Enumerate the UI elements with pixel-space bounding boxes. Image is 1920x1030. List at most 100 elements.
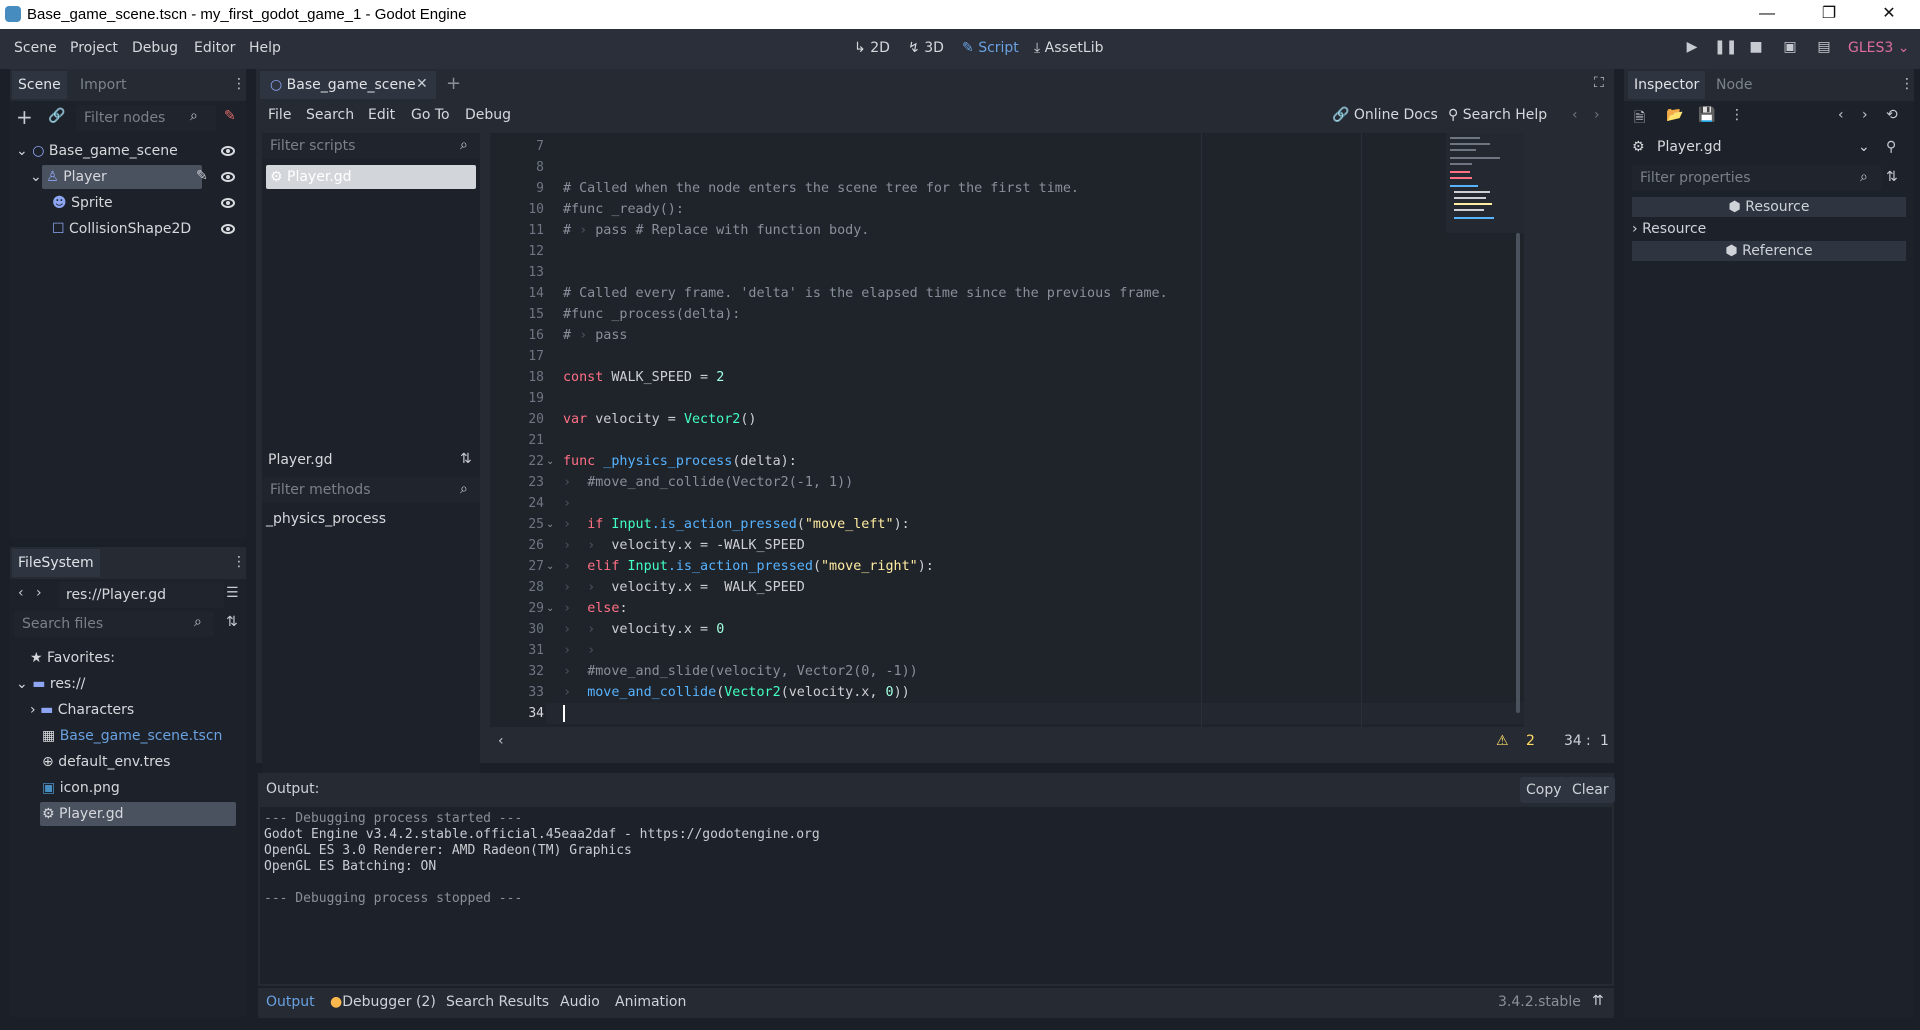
res-root-item[interactable]: ⌄ ▬ res:// bbox=[16, 672, 85, 696]
menu-scene[interactable]: Scene bbox=[14, 40, 57, 56]
attach-script-icon[interactable]: ✎ bbox=[224, 108, 236, 124]
copy-button[interactable]: Copy bbox=[1520, 777, 1568, 803]
play-scene-icon[interactable]: ▣ bbox=[1780, 39, 1800, 55]
new-resource-icon[interactable]: 🗎 bbox=[1634, 107, 1645, 131]
tab-node[interactable]: Node bbox=[1710, 71, 1759, 99]
tab-base-game-scene[interactable]: ○ Base_game_scene bbox=[260, 71, 436, 99]
link-icon[interactable]: 🔗 bbox=[48, 108, 65, 124]
menu-debug[interactable]: Debug bbox=[132, 40, 178, 56]
script-menu-debug[interactable]: Debug bbox=[465, 107, 511, 123]
restore-button[interactable]: ❐ bbox=[1806, 0, 1852, 29]
fold-arrow-icon[interactable]: ⌄ bbox=[546, 451, 554, 472]
tree-item-sprite[interactable]: ☻ Sprite bbox=[52, 191, 113, 215]
filter-properties-input[interactable]: Filter properties bbox=[1632, 165, 1882, 191]
menu-project[interactable]: Project bbox=[70, 40, 118, 56]
tab-search-results[interactable]: Search Results bbox=[446, 994, 549, 1010]
filter-methods-input[interactable]: Filter methods bbox=[262, 477, 480, 503]
save-icon[interactable]: 💾 bbox=[1698, 107, 1715, 123]
history-back-icon[interactable]: ‹ bbox=[1572, 107, 1578, 123]
vertical-scrollbar[interactable] bbox=[1516, 233, 1520, 713]
object-properties-icon[interactable]: ⚲ bbox=[1886, 139, 1896, 155]
search-files-input[interactable]: Search files bbox=[14, 611, 214, 637]
sort-icon[interactable]: ⇅ bbox=[226, 614, 238, 630]
tab-filesystem[interactable]: FileSystem bbox=[12, 549, 100, 577]
sort-icon[interactable]: ⇅ bbox=[460, 451, 472, 467]
warning-icon[interactable]: ⚠ bbox=[1496, 733, 1509, 749]
back-arrow-icon[interactable]: ‹ bbox=[18, 585, 24, 601]
add-node-icon[interactable]: + bbox=[16, 105, 33, 129]
history-forward-icon[interactable]: › bbox=[1862, 107, 1868, 123]
stop-icon[interactable]: ■ bbox=[1746, 39, 1766, 55]
workspace-script-button[interactable]: ✎ Script bbox=[962, 40, 1019, 56]
visibility-eye-icon[interactable] bbox=[221, 224, 235, 234]
tab-import[interactable]: Import bbox=[74, 71, 132, 99]
online-docs-button[interactable]: 🔗 Online Docs bbox=[1332, 107, 1438, 123]
script-menu-search[interactable]: Search bbox=[306, 107, 354, 123]
tree-item-collisionshape2d[interactable]: ☐ CollisionShape2D bbox=[52, 217, 191, 241]
output-log-area[interactable]: --- Debugging process started --- Godot … bbox=[260, 807, 1612, 984]
file-default-env[interactable]: ⊕ default_env.tres bbox=[42, 750, 170, 774]
filter-scripts-input[interactable]: Filter scripts bbox=[262, 133, 480, 159]
visibility-eye-icon[interactable] bbox=[221, 198, 235, 208]
file-player-gd[interactable]: ⚙ Player.gd bbox=[42, 802, 124, 826]
list-view-icon[interactable]: ☰ bbox=[226, 585, 239, 601]
folder-characters[interactable]: › ▬ Characters bbox=[30, 698, 134, 722]
favorites-item[interactable]: ★ Favorites: bbox=[30, 646, 115, 670]
property-filter-icon[interactable]: ⇅ bbox=[1886, 169, 1898, 185]
dock-menu-icon[interactable]: ⋮ bbox=[1900, 76, 1914, 92]
tab-audio[interactable]: Audio bbox=[560, 994, 600, 1010]
tab-animation[interactable]: Animation bbox=[615, 994, 686, 1010]
visibility-eye-icon[interactable] bbox=[221, 172, 235, 182]
history-icon[interactable]: ⟲ bbox=[1886, 107, 1898, 123]
workspace-3d-button[interactable]: ↯ 3D bbox=[908, 40, 944, 56]
distraction-free-icon[interactable]: ⛶ bbox=[1594, 75, 1604, 91]
dock-menu-icon[interactable]: ⋮ bbox=[232, 76, 246, 92]
menu-help[interactable]: Help bbox=[249, 40, 281, 56]
forward-arrow-icon[interactable]: › bbox=[36, 585, 42, 601]
clear-button[interactable]: Clear bbox=[1566, 777, 1615, 803]
workspace-assetlib-button[interactable]: ⤓ AssetLib bbox=[1034, 40, 1104, 56]
code-minimap[interactable] bbox=[1446, 133, 1524, 233]
script-menu-goto[interactable]: Go To bbox=[411, 107, 450, 123]
file-base-game-scene[interactable]: ▦ Base_game_scene.tscn bbox=[42, 724, 222, 748]
more-options-icon[interactable]: ⋮ bbox=[1730, 107, 1744, 123]
code-editor[interactable]: 7 8 9 10 11 12 13 14 15 16 17 18 19 20 2… bbox=[490, 133, 1524, 727]
section-resource-header[interactable]: ⬢ Resource bbox=[1632, 197, 1906, 217]
tab-inspector[interactable]: Inspector bbox=[1628, 71, 1706, 99]
close-window-button[interactable]: ✕ bbox=[1866, 0, 1912, 29]
script-attached-icon[interactable]: ✎ bbox=[196, 168, 208, 184]
object-selector[interactable]: ⚙ Player.gd ⌄ bbox=[1632, 133, 1876, 161]
pause-icon[interactable]: ❚❚ bbox=[1714, 39, 1737, 55]
scroll-left-icon[interactable]: ‹ bbox=[498, 733, 504, 749]
fold-arrow-icon[interactable]: ⌄ bbox=[546, 514, 554, 535]
expand-panel-icon[interactable]: ⇈ bbox=[1592, 993, 1604, 1009]
script-menu-edit[interactable]: Edit bbox=[368, 107, 395, 123]
tab-scene[interactable]: Scene bbox=[12, 71, 67, 99]
open-folder-icon[interactable]: 📂 bbox=[1666, 107, 1683, 123]
file-icon-png[interactable]: ▣ icon.png bbox=[42, 776, 120, 800]
tab-output[interactable]: Output bbox=[266, 994, 315, 1010]
dock-menu-icon[interactable]: ⋮ bbox=[232, 554, 246, 570]
history-forward-icon[interactable]: › bbox=[1594, 107, 1600, 123]
workspace-2d-button[interactable]: ↳ 2D bbox=[854, 40, 890, 56]
close-tab-icon[interactable]: ✕ bbox=[416, 76, 428, 92]
method-item[interactable]: _physics_process bbox=[266, 511, 386, 527]
fold-arrow-icon[interactable]: ⌄ bbox=[546, 556, 554, 577]
fold-arrow-icon[interactable]: ⌄ bbox=[546, 598, 554, 619]
path-field[interactable]: res://Player.gd bbox=[58, 582, 224, 608]
tree-item-base-game-scene[interactable]: ⌄ ○ Base_game_scene bbox=[16, 139, 178, 163]
tree-item-player[interactable]: ⌄ ♙ Player bbox=[30, 165, 107, 189]
menu-editor[interactable]: Editor bbox=[194, 40, 235, 56]
script-menu-file[interactable]: File bbox=[268, 107, 291, 123]
tab-debugger[interactable]: ●Debugger (2) bbox=[330, 994, 436, 1010]
add-tab-icon[interactable]: + bbox=[446, 73, 461, 94]
play-custom-scene-icon[interactable]: ▤ bbox=[1814, 39, 1834, 55]
search-help-button[interactable]: ⚲ Search Help bbox=[1448, 107, 1547, 123]
minimize-button[interactable]: — bbox=[1744, 0, 1790, 29]
history-back-icon[interactable]: ‹ bbox=[1838, 107, 1844, 123]
script-list-item[interactable]: ⚙ Player.gd bbox=[266, 165, 476, 189]
section-reference-header[interactable]: ⬢ Reference bbox=[1632, 241, 1906, 261]
renderer-selector[interactable]: GLES3 ⌄ bbox=[1848, 40, 1909, 56]
play-icon[interactable]: ▶ bbox=[1682, 39, 1702, 55]
section-resource-group[interactable]: › Resource bbox=[1632, 219, 1706, 239]
